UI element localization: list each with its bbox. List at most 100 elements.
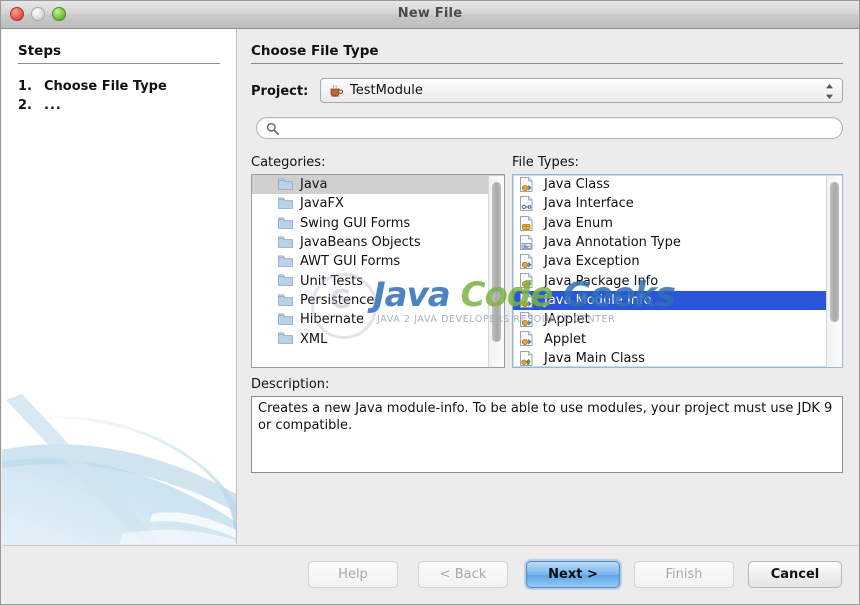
project-select[interactable]: TestModule [320, 78, 843, 103]
file-type-item[interactable]: Java Exception [513, 252, 842, 271]
file-type-item-label: Applet [544, 331, 587, 347]
category-item[interactable]: AWT GUI Forms [252, 252, 504, 271]
step-number: 1. [18, 79, 32, 94]
folder-icon [278, 197, 293, 210]
file-type-item-label: JApplet [544, 312, 590, 328]
file-type-item[interactable]: Java Interface [513, 194, 842, 213]
project-value: TestModule [350, 83, 423, 98]
search-field[interactable] [256, 117, 843, 139]
file-types-label: File Types: [512, 155, 579, 170]
window-title: New File [397, 6, 463, 21]
category-item[interactable]: Unit Tests [252, 271, 504, 290]
step-label: Choose File Type [44, 79, 167, 94]
category-item-label: JavaBeans Objects [300, 235, 421, 251]
step-item-2: 2. ... [18, 98, 62, 113]
file-type-icon [520, 350, 533, 366]
category-item[interactable]: Java [252, 175, 504, 195]
cancel-button[interactable]: Cancel [748, 561, 842, 588]
category-item-label: JavaFX [300, 196, 344, 212]
categories-scrollbar[interactable] [488, 176, 504, 367]
search-input[interactable] [285, 121, 837, 139]
file-type-icon [520, 254, 533, 270]
file-type-item-label: Java Class [544, 177, 610, 193]
folder-icon [278, 313, 293, 325]
category-item[interactable]: Swing GUI Forms [252, 214, 504, 233]
file-type-item-label: Java Main Class [544, 350, 645, 366]
category-item-label: Unit Tests [300, 273, 363, 289]
file-types-list[interactable]: Java Class Java Interface Java Enum Java An… [512, 174, 843, 368]
file-types-rows: Java Class Java Interface Java Enum Java An… [513, 175, 842, 367]
file-type-item-label: Java Exception [544, 254, 640, 270]
search-icon [266, 122, 279, 135]
category-item[interactable]: XML [252, 329, 504, 348]
category-item[interactable]: Hibernate [252, 310, 504, 329]
category-item[interactable]: Persistence [252, 291, 504, 310]
categories-rows: Java JavaFX Swing GUI Forms JavaBeans Objec… [252, 175, 504, 349]
file-type-icon [520, 235, 533, 250]
file-type-icon [520, 292, 533, 308]
content-panel: Choose File Type Project: TestModule Cat… [237, 29, 859, 544]
description-box: Creates a new Java module-info. To be ab… [251, 396, 843, 473]
new-file-dialog: New File Steps 1. Choose File Type 2. ..… [0, 0, 860, 605]
next-button[interactable]: Next > [526, 561, 620, 588]
steps-panel: Steps 1. Choose File Type 2. ... [2, 29, 237, 544]
file-type-item[interactable]: Java Main Class [513, 349, 842, 367]
categories-list[interactable]: Java JavaFX Swing GUI Forms JavaBeans Objec… [251, 174, 505, 368]
back-button[interactable]: < Back [418, 561, 508, 588]
folder-icon [278, 274, 293, 287]
category-item-label: AWT GUI Forms [300, 254, 401, 270]
page-title: Choose File Type [251, 43, 379, 59]
title-bar: New File [1, 1, 859, 29]
help-button[interactable]: Help [308, 561, 398, 588]
category-item-label: Swing GUI Forms [300, 215, 411, 231]
file-type-item[interactable]: Applet [513, 329, 842, 348]
dialog-footer: Help < Back Next > Finish Cancel [2, 545, 859, 604]
folder-icon [278, 255, 293, 268]
file-types-scrollbar[interactable] [826, 176, 842, 367]
folder-icon [278, 178, 293, 190]
category-item-label: XML [300, 331, 328, 347]
file-type-item-label: Java Module Info [544, 292, 652, 308]
file-type-item[interactable]: Java Annotation Type [513, 233, 842, 252]
file-type-icon [520, 273, 533, 289]
category-item-label: Java [300, 177, 328, 193]
steps-divider [18, 63, 220, 64]
finish-button[interactable]: Finish [634, 561, 734, 588]
folder-icon [278, 332, 293, 345]
page-title-divider [251, 63, 843, 64]
file-type-item-label: Java Annotation Type [544, 235, 681, 251]
file-type-icon [520, 177, 533, 192]
file-type-item[interactable]: Java Class [513, 175, 842, 194]
categories-scroll-thumb[interactable] [492, 182, 501, 342]
file-types-scroll-thumb[interactable] [830, 182, 839, 322]
step-number: 2. [18, 98, 32, 113]
step-label: ... [44, 98, 62, 113]
file-type-item-label: Java Enum [544, 215, 613, 231]
step-item-1: 1. Choose File Type [18, 79, 167, 94]
file-type-icon [520, 331, 533, 347]
file-type-icon [520, 196, 533, 212]
category-item[interactable]: JavaFX [252, 194, 504, 213]
file-type-item[interactable]: JApplet [513, 310, 842, 329]
stepper-arrows-icon[interactable] [825, 83, 834, 100]
file-type-item-label: Java Package Info [544, 273, 659, 289]
categories-label: Categories: [251, 155, 326, 170]
wizard-swoosh-decoration [2, 394, 236, 544]
folder-icon [278, 217, 293, 229]
file-type-item[interactable]: Java Module Info [513, 290, 842, 311]
project-label: Project: [251, 84, 309, 99]
description-text: Creates a new Java module-info. To be ab… [258, 401, 833, 433]
file-type-item[interactable]: Java Enum [513, 214, 842, 233]
category-item[interactable]: JavaBeans Objects [252, 233, 504, 252]
folder-icon [278, 294, 293, 306]
file-type-icon [520, 215, 533, 231]
file-type-item-label: Java Interface [544, 196, 634, 212]
java-coffee-cup-icon [330, 84, 344, 97]
file-type-item[interactable]: Java Package Info [513, 271, 842, 290]
folder-icon [278, 236, 293, 248]
description-label: Description: [251, 377, 330, 392]
category-item-label: Hibernate [300, 312, 365, 328]
category-item-label: Persistence [300, 292, 375, 308]
file-type-icon [520, 312, 533, 327]
steps-heading: Steps [18, 43, 62, 59]
